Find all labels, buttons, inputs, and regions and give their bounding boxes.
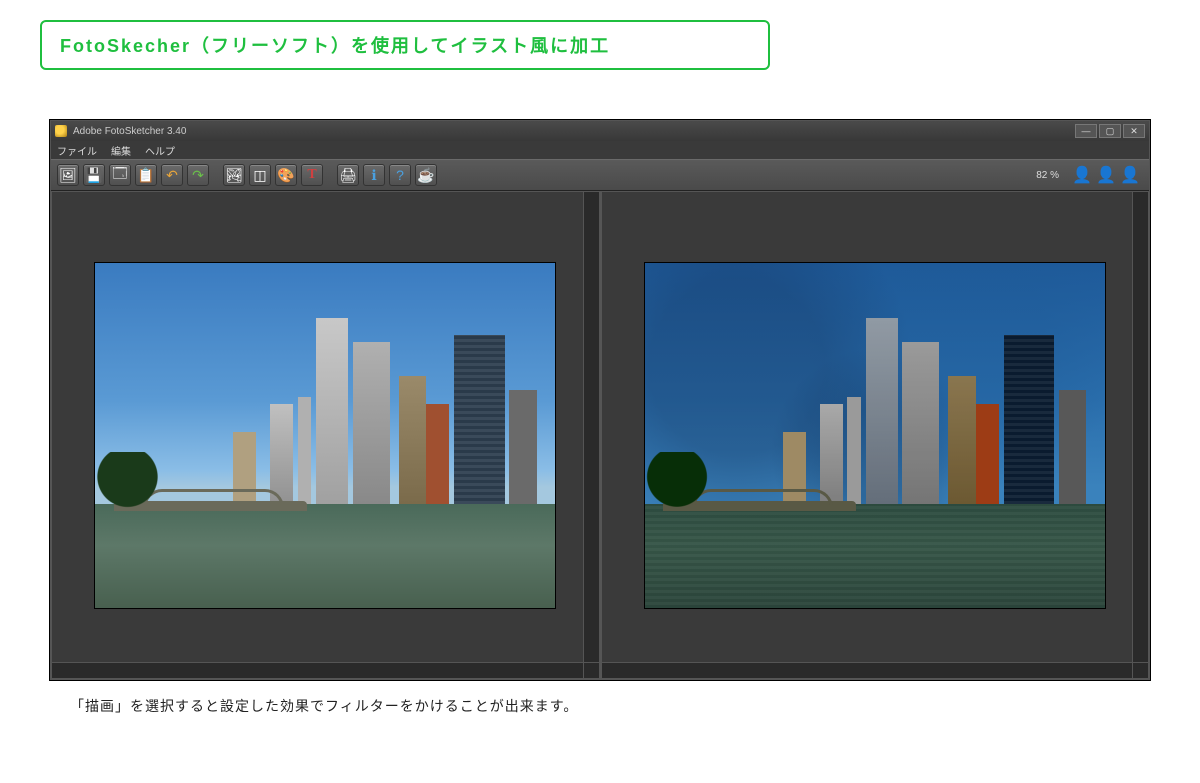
workspace	[51, 191, 1149, 679]
open-image-icon[interactable]: 🖼	[57, 164, 79, 186]
avatar-3-icon[interactable]: 👤	[1121, 164, 1139, 186]
close-button[interactable]: ✕	[1123, 124, 1145, 138]
minimize-button[interactable]: —	[1075, 124, 1097, 138]
picture-icon[interactable]: 🏞	[223, 164, 245, 186]
scrollbar-vertical[interactable]	[1132, 192, 1148, 662]
avatar-buttons: 👤 👤 👤	[1073, 164, 1139, 186]
toolbar: 🖼 💾 🗔 📋 ↶ ↷ 🏞 ◫ 🎨 T 🖨 ℹ ? ☕ 82 % 👤 👤 👤	[51, 159, 1149, 191]
caption: 「描画」を選択すると設定した効果でフィルターをかけることが出来ます。	[70, 696, 1160, 716]
source-image	[95, 263, 555, 608]
source-pane[interactable]	[51, 191, 600, 679]
window-controls: — ▢ ✕	[1075, 124, 1145, 138]
result-image	[645, 263, 1105, 608]
menu-file[interactable]: ファイル	[57, 143, 97, 158]
help-icon[interactable]: ?	[389, 164, 411, 186]
menu-help[interactable]: ヘルプ	[145, 143, 175, 158]
maximize-button[interactable]: ▢	[1099, 124, 1121, 138]
title-bar: Adobe FotoSketcher 3.40 — ▢ ✕	[51, 121, 1149, 141]
menu-bar: ファイル 編集 ヘルプ	[51, 141, 1149, 159]
scrollbar-horizontal[interactable]	[52, 662, 583, 678]
frame-icon[interactable]: 🗔	[109, 164, 131, 186]
save-icon[interactable]: 💾	[83, 164, 105, 186]
crop-icon[interactable]: ◫	[249, 164, 271, 186]
copy-icon[interactable]: 📋	[135, 164, 157, 186]
separator	[327, 164, 333, 186]
print-icon[interactable]: 🖨	[337, 164, 359, 186]
undo-icon[interactable]: ↶	[161, 164, 183, 186]
zoom-level: 82 %	[1036, 170, 1059, 181]
menu-edit[interactable]: 編集	[111, 143, 131, 158]
scrollbar-corner	[583, 662, 599, 678]
section-heading: FotoSkecher（フリーソフト）を使用してイラスト風に加工	[40, 20, 770, 70]
info-icon[interactable]: ℹ	[363, 164, 385, 186]
window-title: Adobe FotoSketcher 3.40	[73, 126, 186, 137]
separator	[213, 164, 219, 186]
coffee-icon[interactable]: ☕	[415, 164, 437, 186]
avatar-2-icon[interactable]: 👤	[1097, 164, 1115, 186]
scrollbar-vertical[interactable]	[583, 192, 599, 662]
text-icon[interactable]: T	[301, 164, 323, 186]
scrollbar-corner	[1132, 662, 1148, 678]
palette-icon[interactable]: 🎨	[275, 164, 297, 186]
fotosketcher-window: Adobe FotoSketcher 3.40 — ▢ ✕ ファイル 編集 ヘル…	[50, 120, 1150, 680]
app-icon	[55, 125, 67, 137]
avatar-1-icon[interactable]: 👤	[1073, 164, 1091, 186]
redo-icon[interactable]: ↷	[187, 164, 209, 186]
result-pane[interactable]	[600, 191, 1150, 679]
scrollbar-horizontal[interactable]	[602, 662, 1133, 678]
